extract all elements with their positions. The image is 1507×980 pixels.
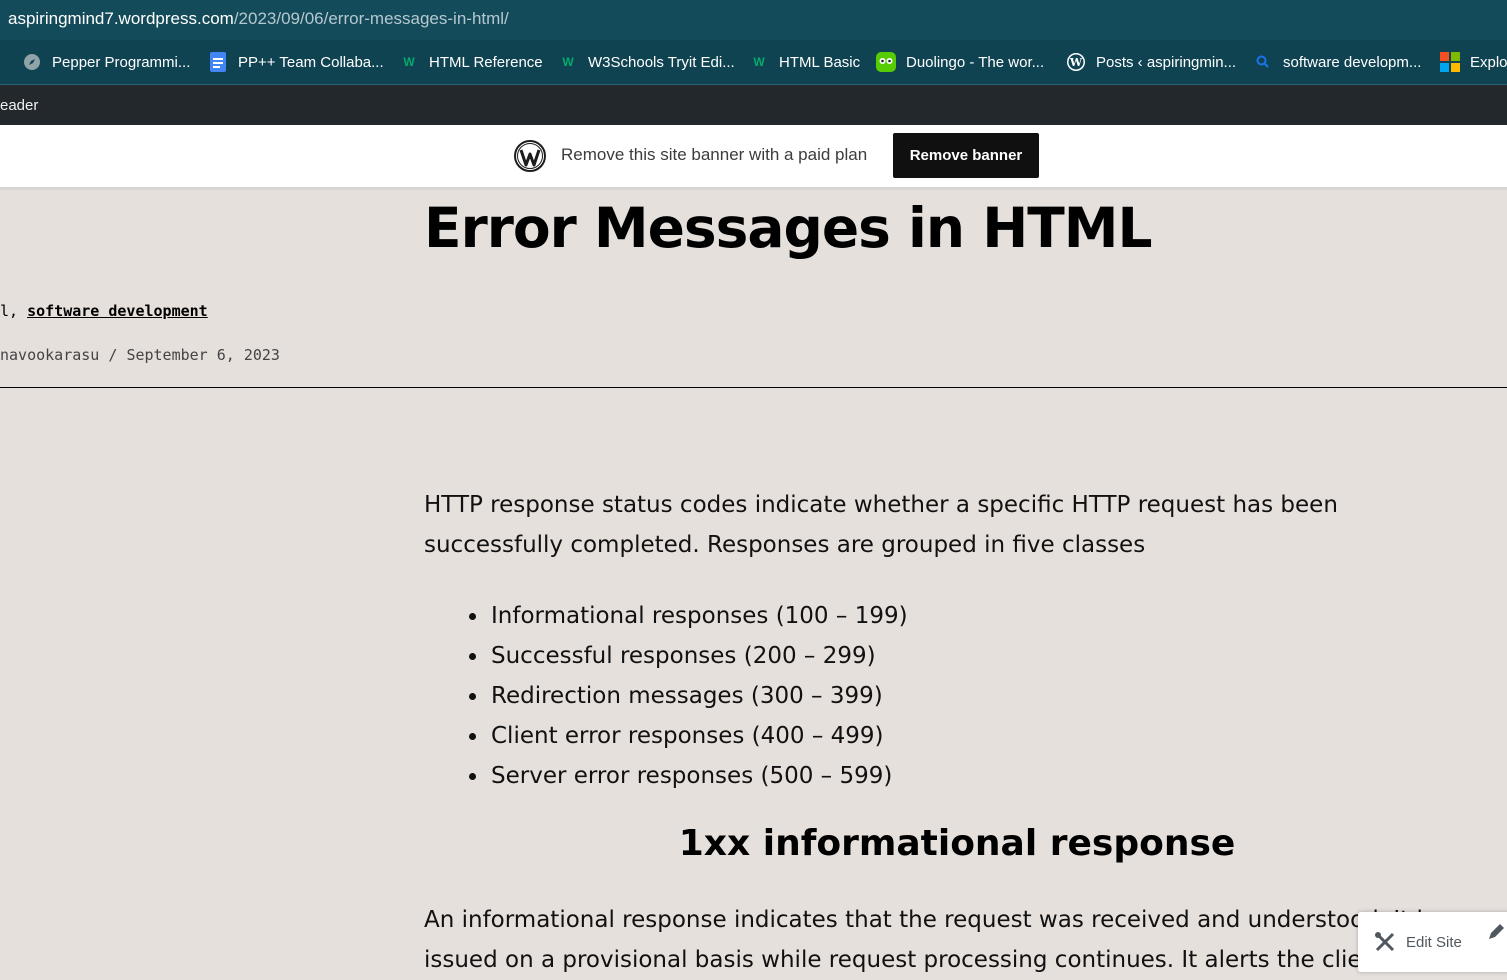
- informational-paragraph: An informational response indicates that…: [424, 900, 1507, 980]
- bookmark-label: software developm...: [1283, 53, 1422, 71]
- compass-icon: [22, 52, 42, 72]
- duolingo-icon: [876, 52, 896, 72]
- wordpress-icon: W: [1066, 52, 1086, 72]
- w3schools-icon: W: [403, 55, 415, 69]
- remove-banner-button[interactable]: Remove banner: [893, 133, 1039, 178]
- list-item: Informational responses (100 – 199): [469, 596, 908, 636]
- bookmark-html-reference[interactable]: W HTML Reference: [399, 40, 543, 84]
- svg-text:W: W: [1069, 56, 1083, 69]
- bookmark-label: HTML Reference: [429, 53, 543, 71]
- bookmark-label: Duolingo - The wor...: [906, 53, 1045, 71]
- wordpress-logo-icon: [514, 140, 546, 172]
- bookmark-label: Posts ‹ aspiringmin...: [1096, 53, 1237, 71]
- list-item: Successful responses (200 – 299): [469, 636, 908, 676]
- docs-icon: [208, 52, 228, 72]
- list-item: Server error responses (500 – 599): [469, 756, 908, 796]
- post-date[interactable]: September 6, 2023: [126, 346, 280, 364]
- intro-paragraph: HTTP response status codes indicate whet…: [424, 492, 1338, 558]
- bookmark-software-dev[interactable]: software developm...: [1253, 40, 1421, 84]
- post-author[interactable]: navookarasu: [0, 346, 99, 364]
- tools-icon: [1375, 932, 1395, 952]
- site-banner: Remove this site banner with a paid plan…: [0, 125, 1507, 190]
- paragraph-line: An informational response indicates that…: [424, 907, 1435, 933]
- bookmark-duolingo[interactable]: Duolingo - The wor...: [876, 40, 1044, 84]
- admin-reader-link[interactable]: eader: [0, 97, 38, 114]
- bookmark-label: HTML Basic: [779, 53, 861, 71]
- post-meta: navookarasu / September 6, 2023: [0, 346, 280, 364]
- edit-site-label: Edit Site: [1406, 933, 1462, 951]
- section-heading-1xx: 1xx informational response: [678, 823, 1236, 864]
- edit-site-button[interactable]: Edit Site: [1358, 912, 1507, 972]
- bookmark-pp-team[interactable]: PP++ Team Collaba...: [208, 40, 384, 84]
- post-title: Error Messages in HTML: [424, 196, 1153, 260]
- address-bar[interactable]: aspiringmind7.wordpress.com/2023/09/06/e…: [0, 0, 1507, 40]
- url-host: aspiringmind7.wordpress.com: [8, 9, 234, 28]
- bookmark-label: W3Schools Tryit Edi...: [588, 53, 735, 71]
- bookmark-label: PP++ Team Collaba...: [238, 53, 384, 71]
- category-link-software-development[interactable]: software development: [27, 302, 208, 320]
- bookmark-label: Explo: [1470, 53, 1507, 71]
- wp-admin-bar: eader: [0, 85, 1507, 125]
- banner-text: Remove this site banner with a paid plan: [561, 145, 868, 164]
- bookmark-pepper[interactable]: Pepper Programmi...: [22, 40, 190, 84]
- bookmark-label: Pepper Programmi...: [52, 53, 191, 71]
- url-path: /2023/09/06/error-messages-in-html/: [233, 9, 509, 28]
- pencil-icon: [1489, 924, 1504, 939]
- bookmarks-bar: Pepper Programmi... PP++ Team Collaba...…: [0, 40, 1507, 85]
- microsoft-icon: [1440, 52, 1460, 72]
- search-icon: [1253, 52, 1273, 72]
- list-item: Redirection messages (300 – 399): [469, 676, 908, 716]
- w3schools-icon: W: [753, 55, 765, 69]
- meta-separator: /: [108, 346, 118, 364]
- header-divider: [0, 387, 1507, 388]
- list-item: Client error responses (400 – 499): [469, 716, 908, 756]
- bookmark-posts[interactable]: W Posts ‹ aspiringmin...: [1066, 40, 1236, 84]
- bookmark-w3schools-tryit[interactable]: W W3Schools Tryit Edi...: [558, 40, 735, 84]
- bookmark-html-basic[interactable]: W HTML Basic: [749, 40, 860, 84]
- category-prefix: l,: [0, 302, 19, 320]
- status-class-list: Informational responses (100 – 199) Succ…: [469, 596, 908, 796]
- bookmark-explore[interactable]: Explo: [1440, 40, 1507, 84]
- w3schools-icon: W: [562, 55, 574, 69]
- paragraph-line: issued on a provisional basis while requ…: [424, 947, 1472, 973]
- post-categories: l, software development: [0, 302, 208, 320]
